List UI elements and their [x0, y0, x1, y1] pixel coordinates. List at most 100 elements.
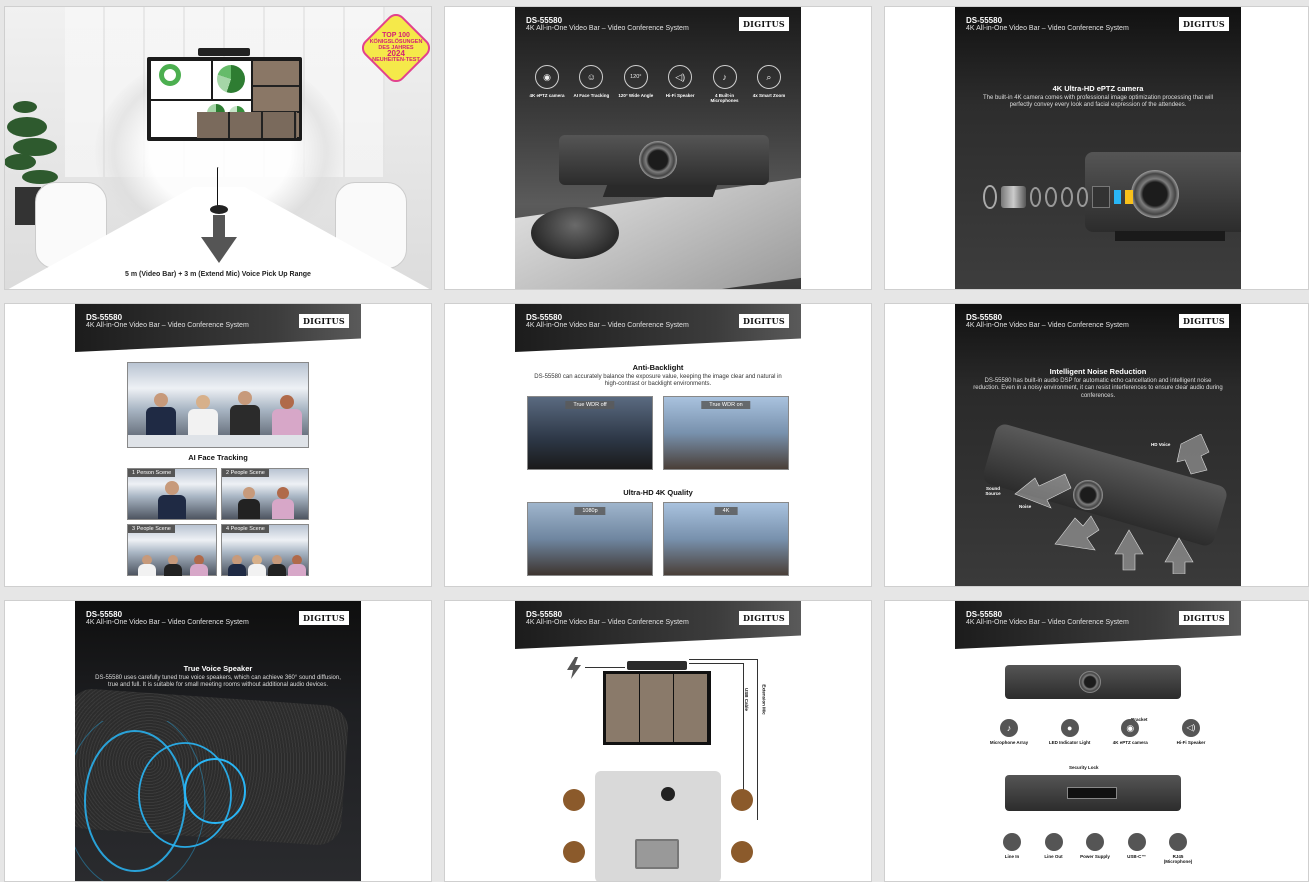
feature-zoom: ⌕ 4x Smart Zoom	[747, 65, 791, 103]
product-subtitle: 4K All-in-One Video Bar – Video Conferen…	[966, 322, 1129, 329]
line-out-icon	[1044, 833, 1063, 851]
scene-label: 1 Person Scene	[128, 469, 176, 477]
slide-description: DS-55580 uses carefully tuned true voice…	[95, 675, 341, 689]
security-lock-label: Security Lock	[1069, 765, 1099, 770]
anti-backlight-title: Anti-Backlight	[632, 363, 684, 372]
model-number: DS-55580	[526, 610, 563, 619]
back-icons-row: Line In Line Out Power Supply USB-C™ RJ4…	[995, 833, 1195, 864]
person-bottom-left	[563, 841, 585, 863]
feature-speaker: ◁) Hi-Fi Speaker	[658, 65, 702, 103]
speaker-icon: ◁)	[668, 65, 693, 89]
scene-1-person: 1 Person Scene	[127, 468, 217, 520]
slide-description: DS-55580 has built-in audio DSP for auto…	[973, 378, 1223, 399]
res-4k-image: 4K	[663, 502, 789, 576]
voice-range-caption: 5 m (Video Bar) + 3 m (Extend Mic) Voice…	[125, 271, 311, 278]
anti-backlight-desc: DS-55580 can accurately balance the expo…	[534, 374, 782, 388]
model-number: DS-55580	[526, 16, 563, 25]
slide-noise-reduction[interactable]: DS-55580 4K All-in-One Video Bar – Video…	[884, 303, 1309, 587]
laptop	[635, 839, 679, 869]
award-badge-text: TOP 100 KÖNIGSLÖSUNGEN DES JAHRES 2024 N…	[369, 32, 423, 63]
res-4k-label: 4K	[714, 507, 738, 515]
speaker-icon: ◁)	[1181, 719, 1200, 737]
person-bottom-right	[731, 841, 753, 863]
product-subtitle: 4K All-in-One Video Bar – Video Conferen…	[86, 322, 249, 329]
extension-mic-label: Extension Mic	[761, 684, 767, 715]
slide-connection-diagram[interactable]: DS-55580 4K All-in-One Video Bar – Video…	[444, 600, 872, 882]
product-subtitle: 4K All-in-One Video Bar – Video Conferen…	[86, 619, 249, 626]
tv-screen	[147, 57, 302, 141]
brand-logo: DIGITUS	[1178, 314, 1229, 328]
model-number: DS-55580	[86, 610, 123, 619]
model-number: DS-55580	[966, 610, 1003, 619]
camera-lens	[639, 141, 677, 179]
line-in-icon	[1003, 833, 1021, 851]
slide-title: 4K Ultra-HD ePTZ camera	[1052, 84, 1144, 93]
usb-c-icon	[1127, 833, 1146, 851]
res-1080p-label: 1080p	[574, 507, 606, 515]
camera-icon: ◉	[1121, 719, 1140, 737]
model-number: DS-55580	[526, 313, 563, 322]
team-photo	[127, 362, 309, 448]
scene-2-people: 2 People Scene	[221, 468, 309, 520]
usb-cable-label: USB Cable	[744, 687, 750, 712]
scene-4-people: 4 People Scene	[221, 524, 309, 576]
scene-label: 3 People Scene	[128, 525, 175, 533]
power-line	[585, 667, 625, 668]
product-subtitle: 4K All-in-One Video Bar – Video Conferen…	[526, 322, 689, 329]
bar-stand	[1115, 231, 1225, 241]
brand-logo: DIGITUS	[1178, 611, 1229, 625]
product-subtitle: 4K All-in-One Video Bar – Video Conferen…	[526, 25, 689, 32]
slide-title: AI Face Tracking	[188, 453, 248, 462]
slide-true-voice-speaker[interactable]: DS-55580 4K All-in-One Video Bar – Video…	[4, 600, 432, 882]
model-number: DS-55580	[86, 313, 123, 322]
feature-microphones: ♪ 4 Built-in Microphones	[703, 65, 747, 103]
wdr-on-image: True WDR on	[663, 396, 789, 470]
microphone-icon: ♪	[1000, 719, 1018, 737]
exploded-lens-parts	[983, 185, 1134, 209]
front-icons-row: ♪ Microphone Array ● LED Indicator Light ◉…	[985, 719, 1215, 745]
power-bolt-icon	[567, 657, 581, 679]
product-subtitle: 4K All-in-One Video Bar – Video Conferen…	[966, 25, 1129, 32]
video-bar-camera	[198, 48, 250, 56]
brand-logo: DIGITUS	[298, 314, 349, 328]
camera-lens	[1079, 671, 1101, 693]
uhd-title: Ultra-HD 4K Quality	[623, 488, 693, 497]
slide-description: The built-in 4K camera comes with profes…	[982, 95, 1214, 109]
zoom-icon: ⌕	[756, 65, 781, 89]
feature-icon-row: ◉ 4K ePTZ camera ☺ AI Face Tracking 120° 12…	[525, 65, 791, 103]
person-top-left	[563, 789, 585, 811]
brand-logo: DIGITUS	[738, 17, 789, 31]
extension-mic	[210, 205, 228, 214]
brand-logo: DIGITUS	[738, 611, 789, 625]
scene-label: 4 People Scene	[222, 525, 269, 533]
feature-face-tracking: ☺ AI Face Tracking	[569, 65, 613, 103]
wdr-off-label: True WDR off	[565, 401, 615, 409]
noise-label: Noise	[1019, 504, 1032, 509]
camera-icon: ◉	[535, 65, 559, 89]
slide-title: Intelligent Noise Reduction	[1049, 367, 1147, 376]
slide-feature-overview[interactable]: DS-55580 4K All-in-One Video Bar – Video…	[444, 6, 872, 290]
slide-title: True Voice Speaker	[183, 664, 253, 673]
slide-voice-range[interactable]: TOP 100 KÖNIGSLÖSUNGEN DES JAHRES 2024 N…	[4, 6, 432, 290]
feature-wide-angle: 120° 120° Wide Angle	[614, 65, 658, 103]
slide-4k-camera[interactable]: DS-55580 4K All-in-One Video Bar – Video…	[884, 6, 1309, 290]
slide-image-quality[interactable]: DS-55580 4K All-in-One Video Bar – Video…	[444, 303, 872, 587]
model-number: DS-55580	[966, 313, 1003, 322]
puck-microphone	[531, 207, 619, 259]
face-tracking-icon: ☺	[579, 65, 604, 89]
product-subtitle: 4K All-in-One Video Bar – Video Conferen…	[526, 619, 689, 626]
wide-angle-icon: 120°	[623, 65, 648, 89]
slide-face-tracking[interactable]: DS-55580 4K All-in-One Video Bar – Video…	[4, 303, 432, 587]
microphone-icon: ♪	[712, 65, 737, 89]
scene-3-people: 3 People Scene	[127, 524, 217, 576]
sound-source-label: Sound Source	[985, 486, 1001, 496]
slide-ports-overview[interactable]: DS-55580 4K All-in-One Video Bar – Video…	[884, 600, 1309, 882]
brand-logo: DIGITUS	[738, 314, 789, 328]
wdr-off-image: True WDR off	[527, 396, 653, 470]
rj45-icon	[1169, 833, 1187, 851]
video-bar-image	[627, 661, 687, 670]
sound-waves-icon	[75, 721, 246, 881]
feature-camera: ◉ 4K ePTZ camera	[525, 65, 569, 103]
brand-logo: DIGITUS	[298, 611, 349, 625]
power-supply-icon	[1086, 833, 1104, 851]
